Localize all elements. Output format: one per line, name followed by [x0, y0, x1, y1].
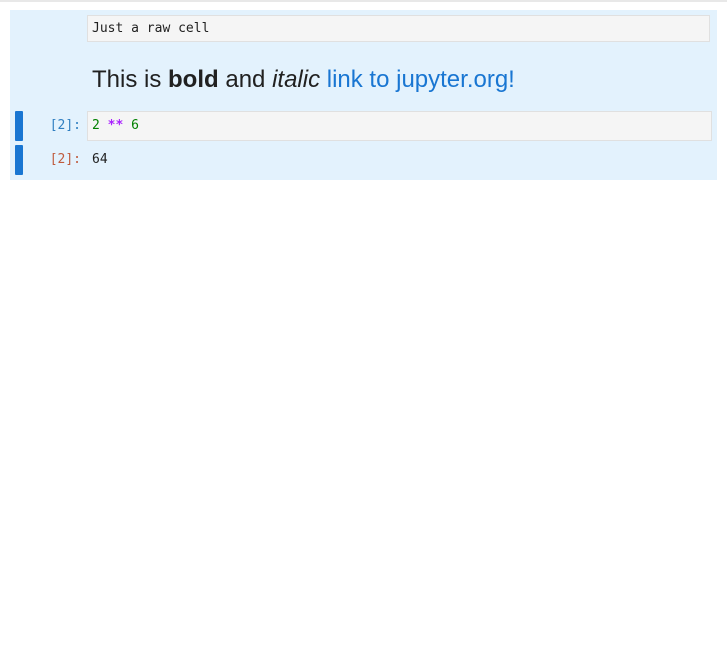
markdown-bold-text: bold [168, 66, 219, 93]
code-cell-editor[interactable]: 2 ** 6 [87, 111, 712, 141]
code-token-number: 6 [131, 118, 139, 133]
raw-cell-editor[interactable]: Just a raw cell [87, 15, 710, 42]
input-collapser[interactable] [15, 111, 23, 141]
markdown-text-prefix: This is [92, 66, 169, 93]
markdown-text-middle: and [218, 66, 273, 93]
code-line: 2 ** 6 [92, 118, 139, 133]
input-prompt: [2]: [49, 118, 81, 133]
code-token-number: 2 [92, 118, 100, 133]
output-prompt: [2]: [49, 152, 81, 167]
cell-output: 64 [92, 152, 108, 167]
markdown-italic-text: italic [272, 66, 321, 93]
top-divider [0, 0, 727, 2]
output-collapser[interactable] [15, 145, 23, 175]
notebook-panel: Just a raw cell This is bold and italic … [10, 10, 717, 180]
raw-cell-text: Just a raw cell [92, 21, 210, 36]
markdown-cell[interactable]: This is bold and italic link to jupyter.… [92, 62, 515, 98]
jupyter-link[interactable]: link to jupyter.org! [327, 66, 515, 93]
code-token-operator: ** [107, 118, 124, 133]
